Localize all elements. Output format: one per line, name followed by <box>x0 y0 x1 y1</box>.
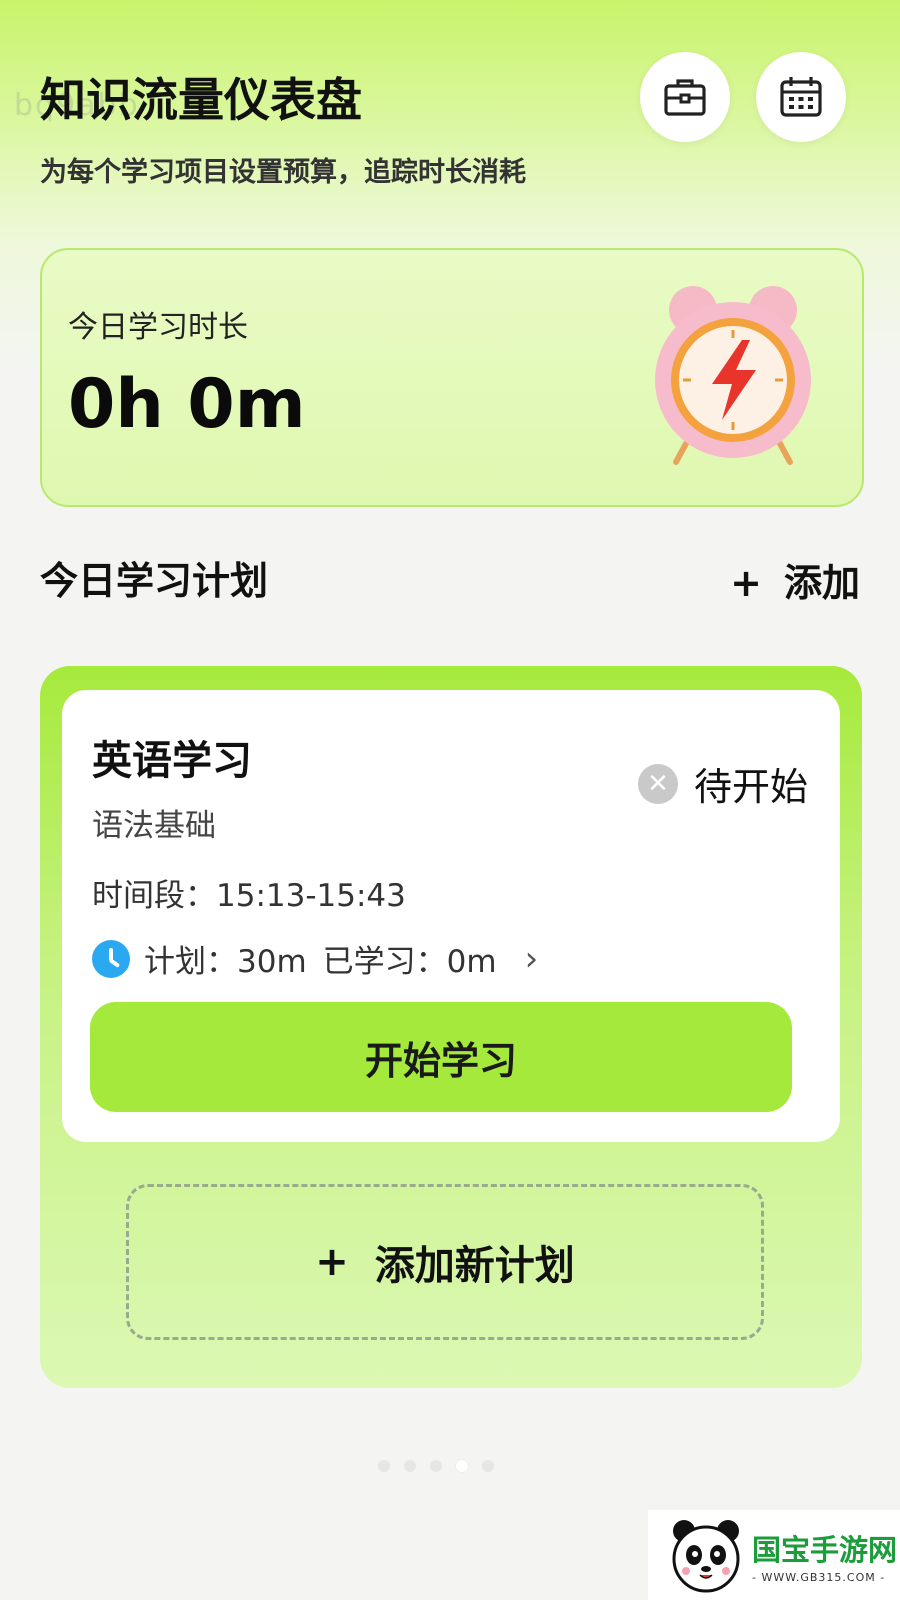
page-dot <box>430 1460 442 1472</box>
today-duration-value: 0h 0m <box>68 365 306 444</box>
page-dot-active <box>456 1460 468 1472</box>
page-dot <box>404 1460 416 1472</box>
plan-time-range: 时间段：15:13-15:43 <box>92 878 406 914</box>
page-indicator <box>378 1460 494 1472</box>
plan-panel: 英语学习 语法基础 ✕ 待开始 时间段：15:13-15:43 计划：30m 已… <box>40 666 862 1388</box>
calendar-icon <box>780 77 822 117</box>
plan-progress-row[interactable]: 计划：30m 已学习：0m › <box>92 936 538 981</box>
add-plan-label: 添加 <box>783 561 860 605</box>
plus-icon: + <box>315 1239 349 1285</box>
page-dot <box>378 1460 390 1472</box>
briefcase-button[interactable] <box>640 52 730 142</box>
plan-subtitle: 语法基础 <box>92 808 216 844</box>
page-title: 知识流量仪表盘 <box>40 73 362 127</box>
plan-card[interactable]: 英语学习 语法基础 ✕ 待开始 时间段：15:13-15:43 计划：30m 已… <box>62 690 840 1142</box>
add-new-plan-button[interactable]: + 添加新计划 <box>126 1184 764 1340</box>
plus-icon: + <box>730 561 762 605</box>
today-duration-card: 今日学习时长 0h 0m <box>40 248 864 507</box>
briefcase-icon <box>664 79 706 116</box>
watermark: 国宝手游网 - WWW.GB315.COM - <box>648 1510 900 1600</box>
watermark-name: 国宝手游网 <box>752 1532 898 1567</box>
plan-learned: 已学习：0m <box>322 944 497 980</box>
today-duration-label: 今日学习时长 <box>68 310 248 345</box>
status-text: 待开始 <box>693 765 808 809</box>
chevron-right-icon[interactable]: › <box>525 939 539 979</box>
page-dot <box>482 1460 494 1472</box>
alarm-clock-icon <box>655 286 811 465</box>
status-badge: ✕ 待开始 <box>637 756 808 811</box>
watermark-url: - WWW.GB315.COM - <box>752 1570 886 1584</box>
clock-icon <box>92 939 130 978</box>
plan-name: 英语学习 <box>92 738 252 784</box>
add-plan-link[interactable]: + 添加 <box>730 552 860 607</box>
start-study-button[interactable]: 开始学习 <box>90 1002 792 1112</box>
plan-section-title: 今日学习计划 <box>40 559 269 603</box>
page-subtitle: 为每个学习项目设置预算，追踪时长消耗 <box>40 157 526 188</box>
plan-planned: 计划：30m <box>144 944 307 980</box>
calendar-button[interactable] <box>756 52 846 142</box>
close-circle-icon: ✕ <box>637 763 678 804</box>
panda-logo-icon <box>672 1520 740 1593</box>
add-new-plan-label: 添加新计划 <box>374 1243 575 1289</box>
